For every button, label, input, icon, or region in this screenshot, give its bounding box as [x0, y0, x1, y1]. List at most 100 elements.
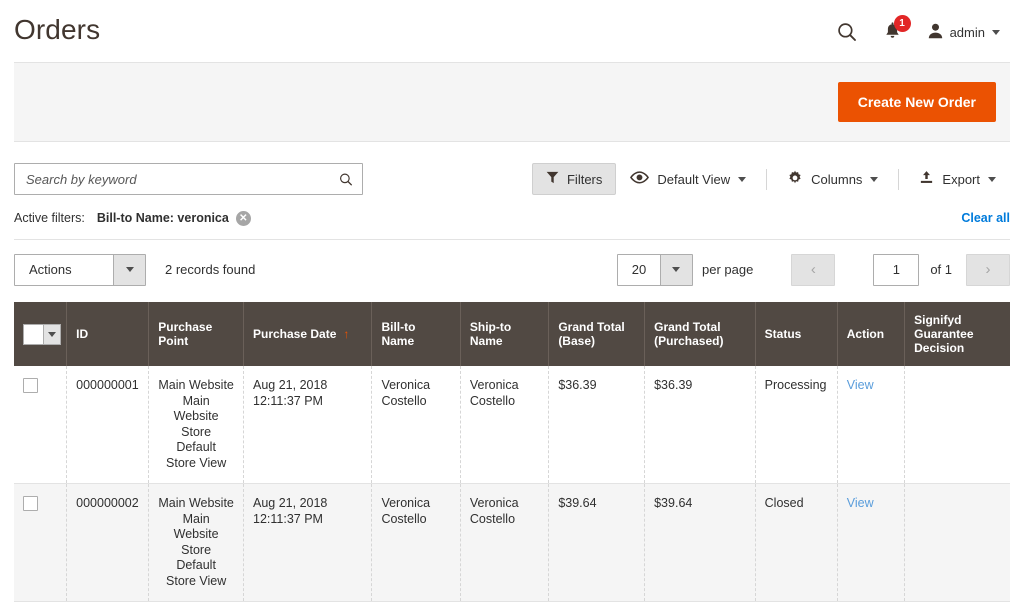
select-all-checkbox[interactable]	[24, 324, 43, 344]
orders-grid: ID Purchase Point Purchase Date ↑ Bill-to…	[14, 302, 1010, 602]
create-new-order-button[interactable]: Create New Order	[837, 82, 996, 122]
column-header-purchase-point[interactable]: Purchase Point	[148, 302, 244, 366]
total-pages-label: of 1	[930, 262, 952, 277]
table-row[interactable]: 000000002 Main Website Main Website Store D…	[14, 483, 1010, 602]
cell-purchase-point: Main Website Main Website Store Default Stor…	[148, 366, 244, 484]
row-checkbox[interactable]	[23, 496, 38, 511]
per-page-dropdown[interactable]: 20	[616, 253, 693, 286]
row-select-cell[interactable]	[14, 483, 68, 602]
cell-action: View	[837, 483, 906, 602]
export-label: Export	[942, 171, 980, 187]
keyword-search	[14, 163, 363, 195]
page-actions-bar: Create New Order	[14, 62, 1010, 142]
view-order-link[interactable]: View	[847, 378, 874, 392]
page-title: Orders	[14, 14, 101, 45]
view-order-link[interactable]: View	[847, 496, 874, 510]
filters-button[interactable]: Filters	[531, 163, 617, 195]
table-header-row: ID Purchase Point Purchase Date ↑ Bill-to…	[14, 302, 1010, 366]
search-icon[interactable]	[837, 22, 857, 42]
chevron-down-icon[interactable]	[113, 254, 145, 285]
admin-user-name: admin	[949, 24, 985, 40]
active-filters-bar: Active filters: Bill-to Name: veronica ✕…	[14, 206, 1010, 240]
orders-table-body: 000000001 Main Website Main Website Store D…	[14, 366, 1010, 602]
column-header-id[interactable]: ID	[66, 302, 150, 366]
orders-table: ID Purchase Point Purchase Date ↑ Bill-to…	[14, 302, 1010, 602]
cell-purchase-date: Aug 21, 2018 12:11:37 PM	[243, 366, 373, 484]
cell-status: Processing	[755, 366, 838, 484]
header-tools: 1 admin	[837, 12, 1000, 42]
eye-icon	[630, 171, 650, 187]
cell-grand-total-purchased: $36.39	[644, 366, 756, 484]
grid-controls-left: Actions 2 records found	[14, 253, 256, 286]
funnel-icon	[546, 171, 559, 187]
cell-grand-total-purchased: $39.64	[644, 483, 756, 602]
notifications-button[interactable]: 1	[883, 15, 911, 42]
active-filters-list: Active filters: Bill-to Name: veronica ✕	[14, 210, 251, 226]
next-page-button[interactable]: ›	[966, 253, 1010, 286]
per-page-label: per page	[701, 262, 754, 277]
cell-ship-to-name: Veronica Costello	[460, 366, 550, 484]
search-input[interactable]	[14, 163, 363, 195]
chevron-down-icon[interactable]	[659, 254, 692, 285]
row-select-cell[interactable]	[14, 366, 68, 484]
cell-signifyd	[904, 483, 1010, 602]
sort-ascending-icon: ↑	[343, 327, 350, 341]
cell-grand-total-base: $36.39	[548, 366, 646, 484]
chevron-down-icon	[988, 176, 996, 182]
current-page-input[interactable]	[873, 253, 920, 286]
column-header-status[interactable]: Status	[755, 302, 838, 366]
gear-icon	[787, 170, 803, 189]
column-header-ship-to-name[interactable]: Ship-to Name	[460, 302, 550, 366]
cell-signifyd	[904, 366, 1010, 484]
columns-label: Columns	[811, 171, 863, 187]
default-view-label: Default View	[657, 171, 731, 187]
column-header-grand-total-purchased[interactable]: Grand Total (Purchased)	[644, 302, 756, 366]
orders-page: Orders 1 admin Create New Order Search b…	[0, 0, 1024, 603]
export-button[interactable]: Export	[905, 162, 1010, 196]
previous-page-button[interactable]: ‹	[791, 253, 836, 286]
chevron-down-icon[interactable]	[43, 324, 60, 344]
cell-status: Closed	[755, 483, 838, 602]
orders-table-head: ID Purchase Point Purchase Date ↑ Bill-to…	[14, 302, 1010, 366]
row-checkbox[interactable]	[23, 378, 38, 393]
cell-grand-total-base: $39.64	[548, 483, 646, 602]
export-upload-icon	[919, 170, 934, 188]
chevron-down-icon	[870, 176, 879, 182]
table-row[interactable]: 000000001 Main Website Main Website Store D…	[14, 366, 1010, 484]
toolbar-divider	[766, 168, 768, 190]
column-header-grand-total-base[interactable]: Grand Total (Base)	[548, 302, 646, 366]
search-submit-icon[interactable]	[333, 166, 359, 192]
grid-toolbar-actions: Filters Default View Columns Export	[531, 162, 1010, 197]
chevron-down-icon	[992, 29, 1000, 35]
clear-all-filters-link[interactable]: Clear all	[961, 211, 1010, 225]
column-header-purchase-date-label: Purchase Date	[253, 327, 337, 341]
per-page-value: 20	[631, 262, 647, 277]
select-all-checkbox-dropdown[interactable]	[23, 323, 61, 345]
toolbar-divider	[898, 168, 900, 190]
grid-toolbar: Filters Default View	[14, 160, 1010, 198]
cell-purchase-date: Aug 21, 2018 12:11:37 PM	[243, 483, 373, 602]
remove-filter-icon[interactable]: ✕	[235, 210, 251, 226]
filter-chip-label: Bill-to Name: veronica	[96, 211, 229, 225]
notification-count-badge: 1	[893, 15, 911, 32]
chevron-left-icon: ‹	[810, 261, 816, 278]
admin-user-menu[interactable]: admin	[928, 23, 1000, 42]
column-header-purchase-date[interactable]: Purchase Date ↑	[243, 302, 373, 366]
records-found-text: 2 records found	[165, 262, 256, 277]
cell-bill-to-name: Veronica Costello	[371, 366, 461, 484]
cell-action: View	[837, 366, 906, 484]
grid-controls: Actions 2 records found 20 per page ‹ 1 …	[14, 253, 1010, 286]
columns-button[interactable]: Columns	[773, 162, 892, 197]
default-view-button[interactable]: Default View	[616, 163, 760, 195]
cell-id: 000000001	[66, 366, 150, 484]
cell-purchase-point: Main Website Main Website Store Default Stor…	[148, 483, 244, 602]
column-header-signifyd-guarantee-decision[interactable]: Signifyd Guarantee Decision	[904, 302, 1010, 366]
actions-dropdown[interactable]: Actions	[14, 253, 146, 286]
column-header-select-all[interactable]	[14, 302, 68, 366]
cell-ship-to-name: Veronica Costello	[460, 483, 550, 602]
filter-chip: Bill-to Name: veronica ✕	[96, 210, 251, 226]
page-header: Orders 1 admin	[0, 0, 1024, 62]
column-header-bill-to-name[interactable]: Bill-to Name	[371, 302, 461, 366]
column-header-action: Action	[837, 302, 906, 366]
chevron-right-icon: ›	[985, 261, 991, 278]
